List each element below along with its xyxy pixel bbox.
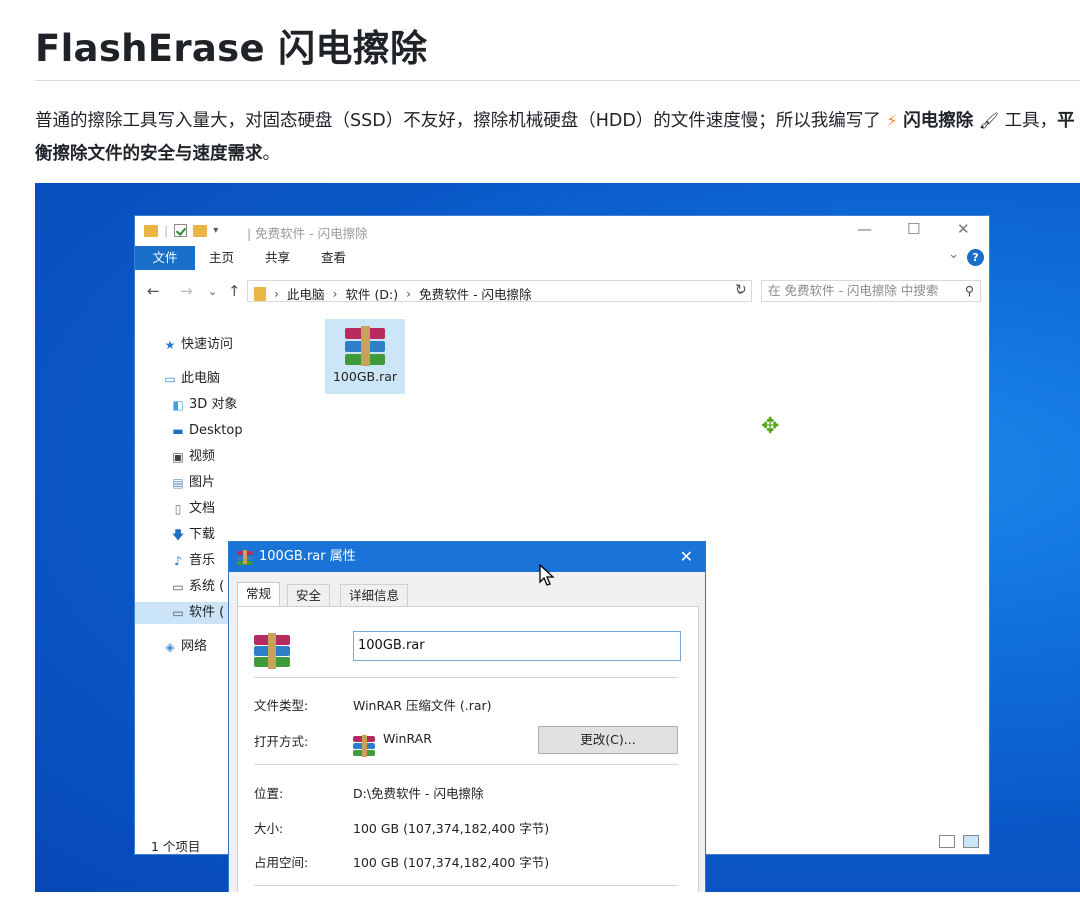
title-divider (35, 80, 1080, 81)
sidebar-item-this-pc[interactable]: ▭ 此电脑 (163, 368, 220, 390)
drive-icon: ▭ (172, 580, 184, 594)
window-title: | 免费软件 - 闪电擦除 (247, 226, 368, 241)
drive-icon: ▭ (172, 606, 184, 620)
help-icon[interactable]: ? (967, 249, 984, 266)
file-item-label: 100GB.rar (332, 369, 398, 384)
maximize-icon[interactable]: ☐ (907, 220, 920, 238)
address-row: ← → ⌄ ↑ › 此电脑 › 软件 (D:) › 免费软件 - 闪电擦除 ⌄ … (135, 278, 989, 306)
tab-general[interactable]: 常规 (237, 582, 281, 607)
open-with-value: WinRAR (383, 731, 432, 746)
size-label: 大小: (254, 821, 284, 836)
tab-file[interactable]: 文件 (135, 246, 195, 270)
file-type-value: WinRAR 压缩文件 (.rar) (353, 698, 492, 713)
intro-paragraph: 普通的擦除工具写入量大，对固态硬盘（SSD）不友好，擦除机械硬盘（HDD）的文件… (35, 104, 1080, 171)
dialog-titlebar: 100GB.rar 属性 ✕ (229, 542, 705, 572)
tab-home[interactable]: 主页 (209, 246, 234, 270)
lightning-icon: ⚡ (886, 111, 898, 130)
demo-screenshot: | ▾ | 免费软件 - 闪电擦除 — ☐ ✕ 文件 主页 共享 查看 ⌄ ? … (35, 183, 1080, 892)
music-icon: ♪ (174, 554, 182, 568)
ribbon-tabs: 文件 主页 共享 查看 ⌄ ? (135, 246, 989, 270)
folder-icon (254, 286, 266, 301)
winrar-archive-icon (237, 550, 253, 565)
close-icon[interactable]: ✕ (680, 542, 693, 572)
search-input[interactable]: 在 免费软件 - 闪电擦除 中搜索 ⚲ (761, 280, 981, 302)
tab-details[interactable]: 详细信息 (340, 584, 409, 606)
up-icon[interactable]: ↑ (228, 282, 241, 300)
sidebar-item-software-drive[interactable]: ▭ 软件 ( (135, 602, 235, 624)
refresh-icon[interactable]: ↻ (735, 282, 747, 298)
minimize-icon[interactable]: — (857, 220, 872, 238)
properties-quick-icon[interactable] (174, 224, 188, 237)
tab-view[interactable]: 查看 (321, 246, 346, 270)
winrar-archive-icon (254, 633, 290, 669)
status-item-count: 1 个项目 (151, 839, 201, 854)
document-icon: ▯ (174, 502, 182, 516)
open-with-label: 打开方式: (254, 734, 309, 749)
recent-dropdown-icon[interactable]: ⌄ (208, 285, 217, 298)
download-icon: 🡇 (171, 528, 185, 542)
chevron-down-icon[interactable]: ⌄ (948, 247, 959, 262)
sidebar-item-videos[interactable]: ▣ 视频 (171, 446, 215, 468)
breadcrumb-drive[interactable]: 软件 (D:) (346, 284, 399, 303)
mouse-pointer-icon (539, 563, 555, 586)
view-switcher (939, 835, 979, 848)
sidebar-item-system-drive[interactable]: ▭ 系统 ( (171, 576, 224, 598)
intro-tool-name: 闪电擦除 (903, 111, 974, 131)
new-folder-icon[interactable] (193, 224, 208, 237)
back-icon[interactable]: ← (147, 282, 160, 300)
sidebar-item-documents[interactable]: ▯ 文档 (171, 498, 215, 520)
computer-icon: ▭ (164, 372, 176, 386)
breadcrumb-folder[interactable]: 免费软件 - 闪电擦除 (419, 284, 531, 303)
winrar-archive-icon (345, 326, 385, 366)
file-name-input[interactable]: 100GB.rar (353, 631, 681, 661)
intro-period: 。 (262, 144, 281, 164)
tab-share[interactable]: 共享 (265, 246, 290, 270)
address-bar[interactable]: › 此电脑 › 软件 (D:) › 免费软件 - 闪电擦除 ⌄ (247, 280, 752, 302)
sidebar-item-pictures[interactable]: ▤ 图片 (171, 472, 215, 494)
forward-icon[interactable]: → (180, 282, 193, 300)
change-button[interactable]: 更改(C)... (538, 726, 678, 754)
breadcrumb-pc[interactable]: 此电脑 (287, 284, 325, 303)
disk-size-label: 占用空间: (254, 855, 309, 870)
general-panel: 100GB.rar 文件类型: WinRAR 压缩文件 (.rar) 打开方式:… (237, 606, 699, 892)
sidebar-item-desktop[interactable]: ▬ Desktop (171, 420, 242, 442)
search-icon: ⚲ (964, 283, 974, 298)
close-icon[interactable]: ✕ (957, 220, 970, 238)
page-title: FlashErase 闪电擦除 (35, 27, 428, 70)
desktop-icon: ▬ (172, 424, 184, 438)
tab-security[interactable]: 安全 (287, 584, 331, 606)
sidebar-item-3d-objects[interactable]: ◧ 3D 对象 (171, 394, 237, 416)
move-cursor-icon: ✥ (761, 414, 780, 439)
location-label: 位置: (254, 786, 284, 801)
customize-toolbar-icon[interactable]: ▾ (213, 225, 218, 236)
network-icon: ◈ (165, 640, 175, 654)
folder-icon (144, 224, 158, 237)
sidebar-item-music[interactable]: ♪ 音乐 (171, 550, 215, 572)
properties-dialog: 100GB.rar 属性 ✕ 常规 安全 详细信息 100GB.rar 文件类型… (228, 541, 706, 892)
brush-icon: 🖌 (978, 111, 1000, 130)
intro-tool-word: 工具， (1004, 111, 1058, 131)
cube-icon: ◧ (172, 398, 184, 412)
winrar-app-icon (353, 735, 375, 757)
disk-size-value: 100 GB (107,374,182,400 字节) (353, 855, 550, 870)
sidebar-item-quick-access[interactable]: ★ 快速访问 (163, 334, 233, 356)
star-icon: ★ (164, 338, 176, 352)
picture-icon: ▤ (172, 476, 184, 490)
large-icons-view-icon[interactable] (963, 835, 979, 848)
intro-text: 普通的擦除工具写入量大，对固态硬盘（SSD）不友好，擦除机械硬盘（HDD）的文件… (35, 111, 881, 131)
details-view-icon[interactable] (939, 835, 955, 848)
explorer-titlebar: | ▾ | 免费软件 - 闪电擦除 — ☐ ✕ (135, 216, 989, 246)
location-value: D:\免费软件 - 闪电擦除 (353, 786, 484, 801)
file-item-rar[interactable]: 100GB.rar (325, 319, 405, 394)
video-icon: ▣ (172, 450, 184, 464)
sidebar-item-downloads[interactable]: 🡇 下载 (171, 524, 215, 546)
file-type-label: 文件类型: (254, 698, 309, 713)
sidebar-item-network[interactable]: ◈ 网络 (163, 636, 207, 658)
dialog-title: 100GB.rar 属性 (259, 549, 356, 564)
size-value: 100 GB (107,374,182,400 字节) (353, 821, 550, 836)
